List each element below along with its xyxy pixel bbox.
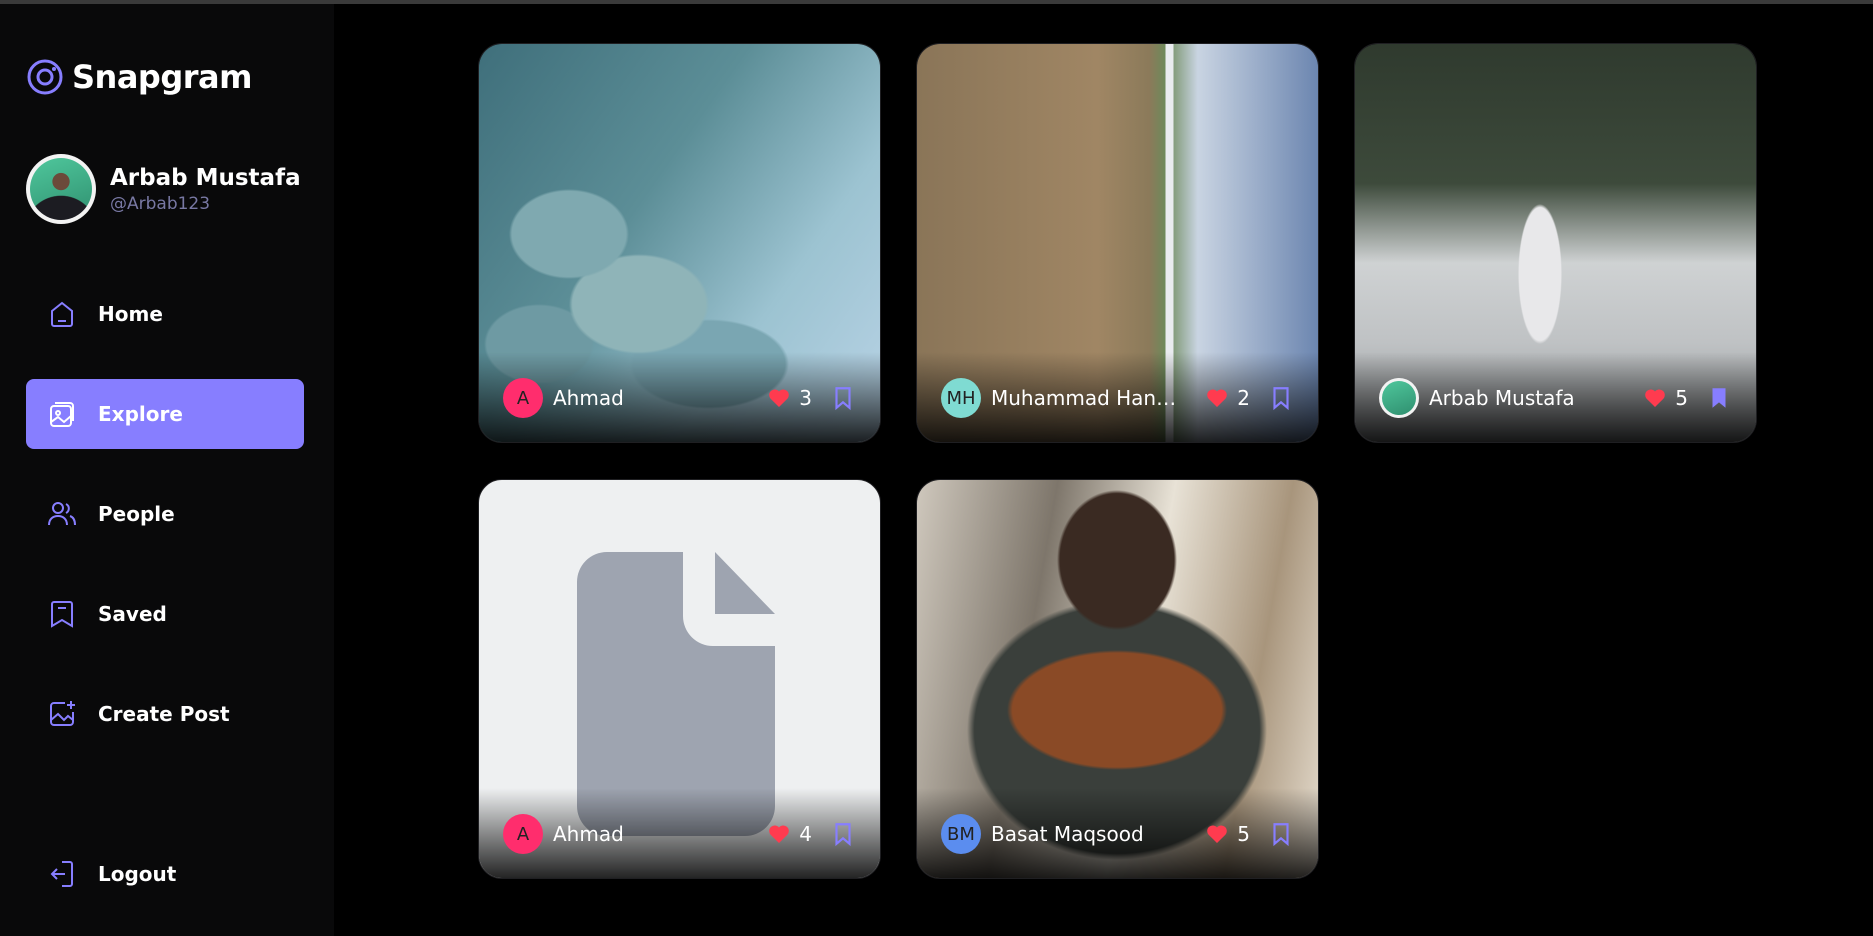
sidebar-item-label: Saved [98,602,167,626]
camera-logo-icon [27,59,63,95]
bookmark-icon[interactable] [1268,385,1294,411]
sidebar-item-explore[interactable]: Explore [26,379,304,449]
post-card[interactable]: MH Muhammad Hanzl... 2 [916,43,1319,443]
create-post-icon [50,701,75,726]
bookmark-filled-icon[interactable] [1706,385,1732,411]
sidebar-item-label: Create Post [98,702,230,726]
post-card[interactable]: A Ahmad 3 [478,43,881,443]
like-button[interactable]: 5 [1205,822,1250,846]
like-button[interactable]: 5 [1643,386,1688,410]
like-button[interactable]: 4 [767,822,812,846]
like-count: 5 [1237,822,1250,846]
app-name: Snapgram [72,58,252,96]
heart-icon [769,825,790,843]
author-avatar[interactable]: A [503,814,543,854]
bookmark-icon[interactable] [830,821,856,847]
logout-icon [50,861,73,887]
home-icon [51,301,73,327]
author-name[interactable]: Arbab Mustafa [1429,386,1619,410]
heart-icon [769,389,790,407]
heart-icon [1207,825,1228,843]
people-icon [48,502,76,526]
left-sidebar: Snapgram Arbab Mustafa @Arbab123 Home Ex… [0,4,334,936]
heart-icon [1207,389,1228,407]
sidebar-item-label: Home [98,302,163,326]
avatar [26,154,96,224]
app-logo[interactable]: Snapgram [26,58,252,96]
sidebar-item-label: Explore [98,402,183,426]
post-card[interactable]: Arbab Mustafa 5 [1354,43,1757,443]
profile-handle: @Arbab123 [110,193,211,214]
sidebar-item-saved[interactable]: Saved [26,579,304,649]
heart-icon [1645,389,1666,407]
author-name[interactable]: Basat Maqsood [991,822,1181,846]
like-count: 3 [799,386,812,410]
explore-gallery-icon [50,402,74,427]
like-count: 4 [799,822,812,846]
sidebar-item-people[interactable]: People [26,479,304,549]
post-card[interactable]: BM Basat Maqsood 5 [916,479,1319,879]
author-name[interactable]: Ahmad [553,822,743,846]
author-name[interactable]: Muhammad Hanzl... [991,386,1181,410]
sidebar-item-home[interactable]: Home [26,279,304,349]
like-count: 5 [1675,386,1688,410]
author-avatar[interactable] [1379,378,1419,418]
like-count: 2 [1237,386,1250,410]
author-avatar[interactable]: BM [941,814,981,854]
logout-button[interactable]: Logout [26,839,304,909]
user-profile[interactable]: Arbab Mustafa @Arbab123 [26,154,301,224]
like-button[interactable]: 2 [1205,386,1250,410]
author-avatar[interactable]: MH [941,378,981,418]
sidebar-item-label: Logout [98,862,177,886]
like-button[interactable]: 3 [767,386,812,410]
post-card[interactable]: A Ahmad 4 [478,479,881,879]
bookmark-icon[interactable] [1268,821,1294,847]
sidebar-item-label: People [98,502,175,526]
bookmark-icon[interactable] [830,385,856,411]
author-avatar[interactable]: A [503,378,543,418]
sidebar-item-create-post[interactable]: Create Post [26,679,304,749]
bookmark-icon [51,601,73,628]
author-name[interactable]: Ahmad [553,386,743,410]
profile-name: Arbab Mustafa [110,164,301,191]
